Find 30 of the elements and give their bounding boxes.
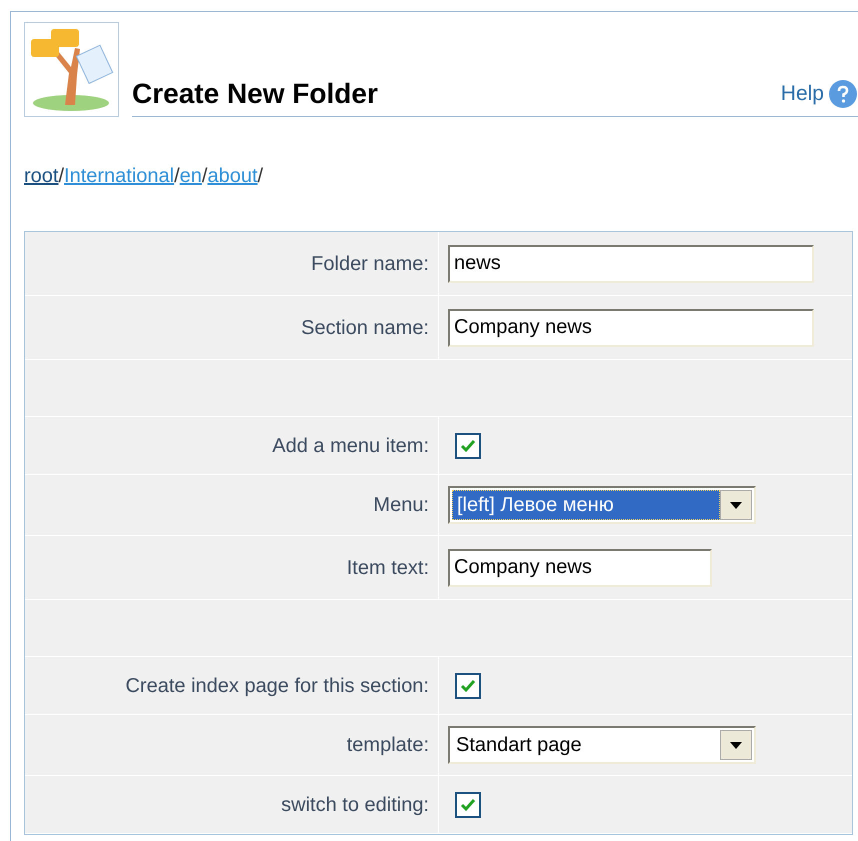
breadcrumb-separator: / bbox=[202, 164, 208, 189]
breadcrumb-link[interactable]: root bbox=[24, 161, 58, 191]
checkmark-icon bbox=[460, 438, 476, 452]
help-icon bbox=[828, 78, 858, 108]
page-title: Create New Folder bbox=[132, 76, 378, 110]
dropdown-select[interactable]: Standart page bbox=[448, 726, 756, 764]
breadcrumb-separator: / bbox=[174, 164, 180, 189]
text-input-field[interactable]: Company news bbox=[448, 548, 712, 586]
checkbox[interactable] bbox=[455, 672, 481, 698]
breadcrumb-separator: / bbox=[258, 164, 264, 189]
checkbox[interactable] bbox=[455, 432, 481, 458]
field-label: Item text: bbox=[346, 556, 429, 580]
field-label: Menu: bbox=[373, 493, 429, 518]
field-label: Add a menu item: bbox=[272, 434, 429, 458]
field-label: switch to editing: bbox=[281, 792, 429, 818]
checkmark-icon bbox=[460, 798, 476, 812]
dropdown-arrow-icon bbox=[730, 502, 742, 508]
field-label: template: bbox=[346, 733, 429, 758]
text-input-field[interactable]: news bbox=[448, 244, 814, 282]
breadcrumb-separator: / bbox=[58, 164, 64, 189]
text-input-field[interactable]: Company news bbox=[448, 308, 814, 346]
field-label: Folder name: bbox=[311, 252, 429, 276]
help-link[interactable]: Help bbox=[780, 78, 858, 110]
dropdown-select[interactable]: [left] Левое меню bbox=[448, 486, 756, 524]
checkbox[interactable] bbox=[455, 792, 481, 818]
field-label: Section name: bbox=[301, 316, 429, 340]
folder-tree-logo-icon bbox=[24, 22, 119, 117]
field-label: Create index page for this section: bbox=[125, 674, 429, 698]
dropdown-arrow-icon bbox=[730, 742, 742, 748]
checkmark-icon bbox=[460, 678, 476, 692]
